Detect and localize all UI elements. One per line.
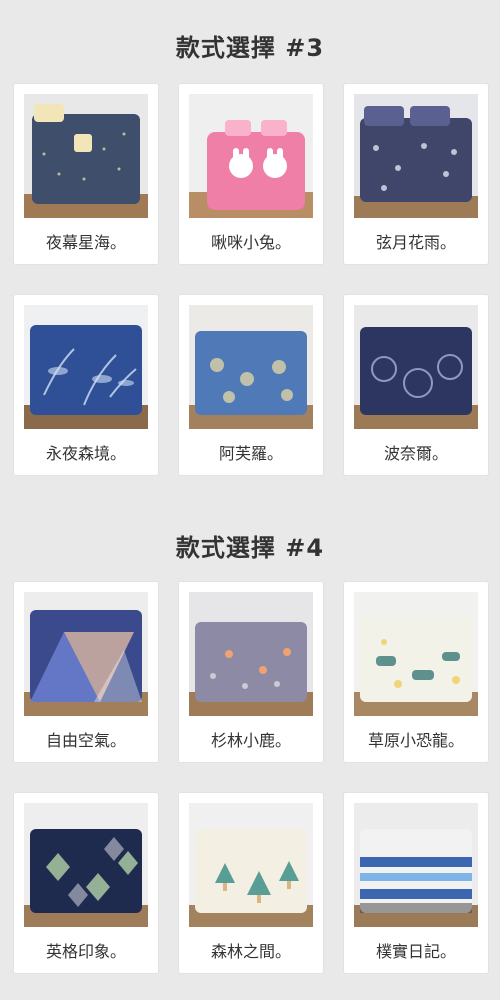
product-card[interactable]: 森林之間。 (179, 793, 323, 973)
product-image[interactable] (354, 592, 478, 716)
product-name: 英格印象。 (45, 942, 126, 961)
product-name: 弦月花雨。 (375, 233, 456, 252)
section-title: 款式選擇 #4 (175, 534, 325, 562)
product-image[interactable] (189, 305, 313, 429)
bedding-photo-trees (189, 803, 313, 927)
bedding-photo-pink-bunny (189, 94, 313, 218)
product-name: 阿芙羅。 (218, 444, 283, 463)
product-card[interactable]: 啾咪小兔。 (179, 84, 323, 264)
product-image[interactable] (24, 305, 148, 429)
product-image[interactable] (189, 94, 313, 218)
product-name: 自由空氣。 (45, 731, 126, 750)
section-title: 款式選擇 #3 (175, 34, 325, 62)
bedding-photo-navy-damask (354, 305, 478, 429)
product-image[interactable] (24, 592, 148, 716)
product-image[interactable] (24, 94, 148, 218)
bedding-photo-dinosaur (354, 592, 478, 716)
product-card[interactable]: 自由空氣。 (14, 582, 158, 762)
product-image[interactable] (354, 94, 478, 218)
product-card[interactable]: 杉林小鹿。 (179, 582, 323, 762)
product-name: 波奈爾。 (383, 444, 448, 463)
product-card[interactable]: 夜幕星海。 (14, 84, 158, 264)
product-name: 草原小恐龍。 (367, 731, 464, 750)
bedding-photo-navy-starry (24, 94, 148, 218)
product-name: 啾咪小兔。 (210, 233, 291, 252)
product-card[interactable]: 英格印象。 (14, 793, 158, 973)
product-image[interactable] (354, 305, 478, 429)
bedding-photo-argyle (24, 803, 148, 927)
product-name: 永夜森境。 (45, 444, 126, 463)
product-name: 杉林小鹿。 (210, 731, 291, 750)
product-name: 夜幕星海。 (45, 233, 126, 252)
product-card[interactable]: 阿芙羅。 (179, 295, 323, 475)
bedding-photo-blue-leaves (24, 305, 148, 429)
product-image[interactable] (24, 803, 148, 927)
product-image[interactable] (354, 803, 478, 927)
product-name: 森林之間。 (210, 942, 291, 961)
product-name: 樸實日記。 (375, 942, 456, 961)
bedding-photo-geometric-triangles (24, 592, 148, 716)
bedding-photo-stripes (354, 803, 478, 927)
product-card[interactable]: 波奈爾。 (344, 295, 488, 475)
bedding-photo-blue-paisley (189, 305, 313, 429)
bedding-photo-navy-floral-moon (354, 94, 478, 218)
product-card[interactable]: 草原小恐龍。 (344, 582, 488, 762)
product-card[interactable]: 永夜森境。 (14, 295, 158, 475)
bedding-photo-purple-deer (189, 592, 313, 716)
product-image[interactable] (189, 592, 313, 716)
product-card[interactable]: 弦月花雨。 (344, 84, 488, 264)
product-card[interactable]: 樸實日記。 (344, 793, 488, 973)
product-image[interactable] (189, 803, 313, 927)
